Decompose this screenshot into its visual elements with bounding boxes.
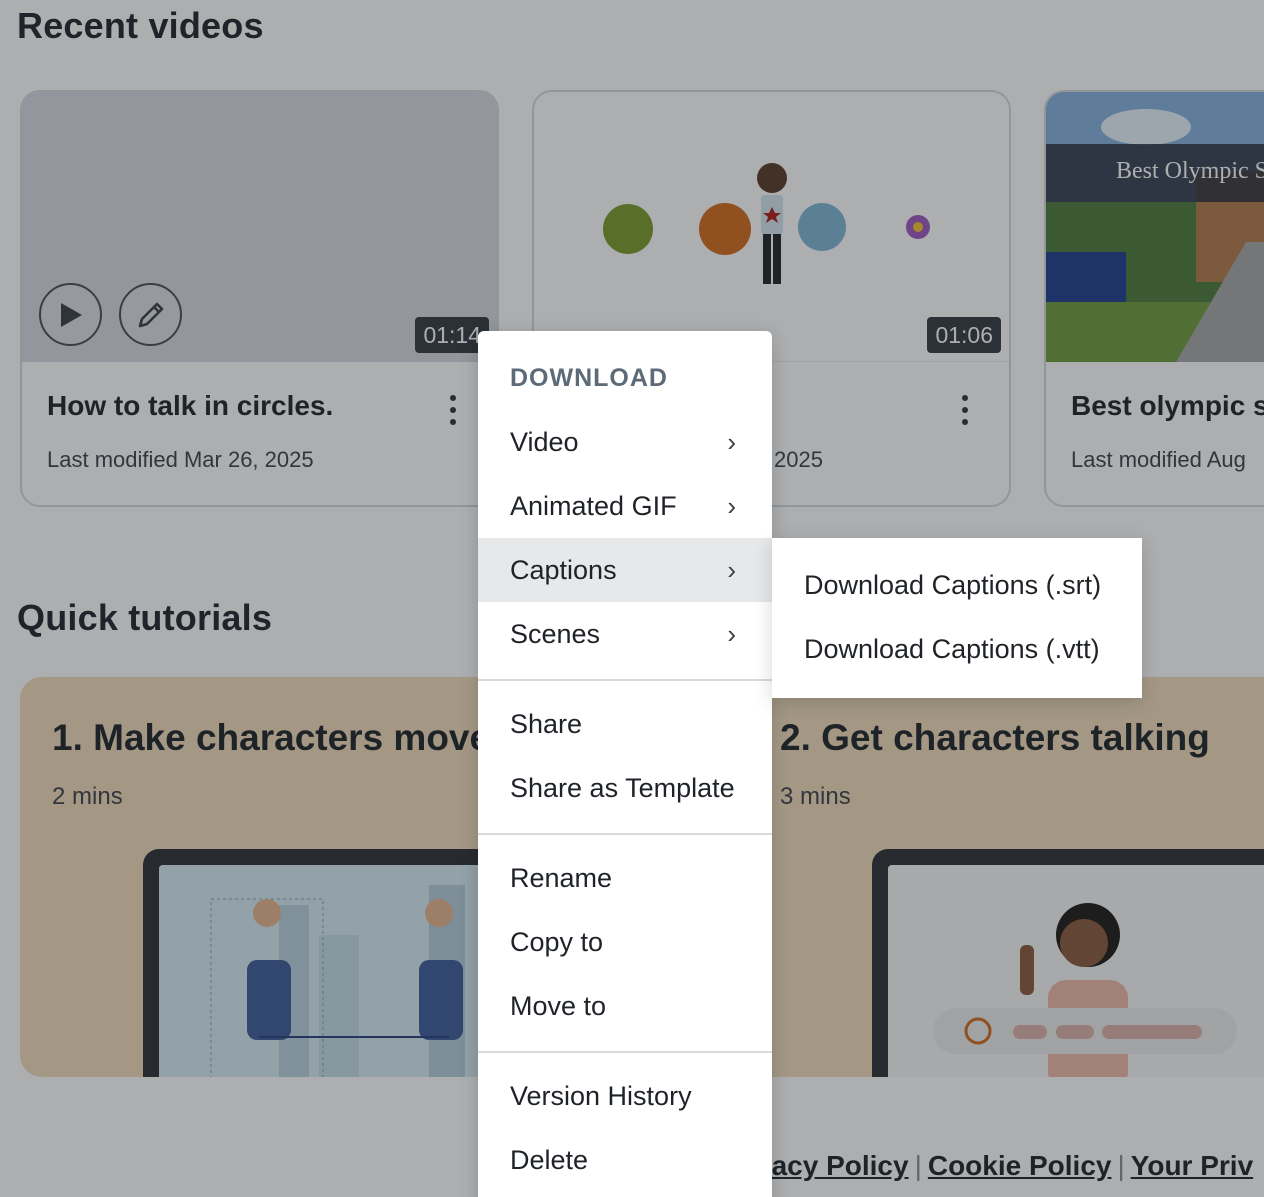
chevron-right-icon: › bbox=[727, 491, 736, 521]
download-captions-srt[interactable]: Download Captions (.srt) bbox=[804, 570, 1101, 601]
menu-item-label: Captions bbox=[510, 555, 617, 585]
menu-item-captions[interactable]: Captions › bbox=[478, 538, 772, 602]
menu-item-delete[interactable]: Delete bbox=[478, 1128, 772, 1192]
menu-item-video[interactable]: Video › bbox=[478, 410, 772, 474]
menu-divider bbox=[478, 833, 772, 835]
context-menu: DOWNLOAD Video › Animated GIF › Captions… bbox=[478, 331, 772, 1197]
menu-divider bbox=[478, 1051, 772, 1053]
menu-item-rename[interactable]: Rename bbox=[478, 846, 772, 910]
captions-submenu: Download Captions (.srt) Download Captio… bbox=[772, 538, 1142, 698]
chevron-right-icon: › bbox=[727, 555, 736, 585]
menu-item-share[interactable]: Share bbox=[478, 692, 772, 756]
menu-item-animated-gif[interactable]: Animated GIF › bbox=[478, 474, 772, 538]
menu-item-share-as-template[interactable]: Share as Template bbox=[478, 756, 772, 820]
menu-divider bbox=[478, 679, 772, 681]
menu-item-copy-to[interactable]: Copy to bbox=[478, 910, 772, 974]
download-captions-vtt[interactable]: Download Captions (.vtt) bbox=[804, 634, 1100, 665]
menu-item-label: Animated GIF bbox=[510, 491, 677, 521]
menu-item-scenes[interactable]: Scenes › bbox=[478, 602, 772, 666]
chevron-right-icon: › bbox=[727, 427, 736, 457]
menu-item-label: Video bbox=[510, 427, 579, 457]
chevron-right-icon: › bbox=[727, 619, 736, 649]
menu-item-version-history[interactable]: Version History bbox=[478, 1064, 772, 1128]
menu-heading: DOWNLOAD bbox=[510, 364, 668, 392]
page: Recent videos 01:14 How to talk in circl… bbox=[0, 0, 1264, 1197]
menu-item-move-to[interactable]: Move to bbox=[478, 974, 772, 1038]
menu-item-label: Scenes bbox=[510, 619, 601, 649]
